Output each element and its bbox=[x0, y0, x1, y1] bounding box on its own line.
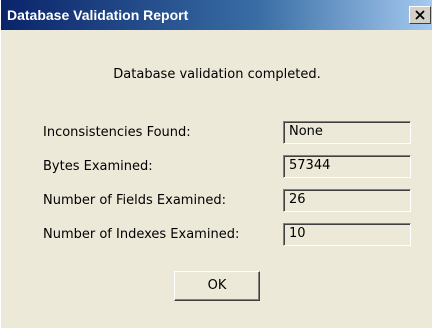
fields-examined-label: Number of Fields Examined: bbox=[43, 193, 226, 208]
validation-report-dialog: Database Validation Report Database vali… bbox=[0, 0, 432, 328]
inconsistencies-label: Inconsistencies Found: bbox=[43, 125, 191, 140]
close-button[interactable] bbox=[409, 6, 431, 24]
inconsistencies-value: None bbox=[283, 121, 411, 144]
completion-message: Database validation completed. bbox=[113, 67, 321, 82]
indexes-examined-value: 10 bbox=[283, 223, 411, 246]
title-bar: Database Validation Report bbox=[1, 0, 432, 30]
bytes-examined-value: 57344 bbox=[283, 155, 411, 178]
bytes-examined-label: Bytes Examined: bbox=[43, 159, 153, 174]
window-title: Database Validation Report bbox=[7, 7, 189, 23]
close-icon bbox=[415, 10, 425, 20]
ok-button[interactable]: OK bbox=[174, 271, 260, 301]
fields-examined-value: 26 bbox=[283, 189, 411, 212]
indexes-examined-label: Number of Indexes Examined: bbox=[43, 227, 240, 242]
